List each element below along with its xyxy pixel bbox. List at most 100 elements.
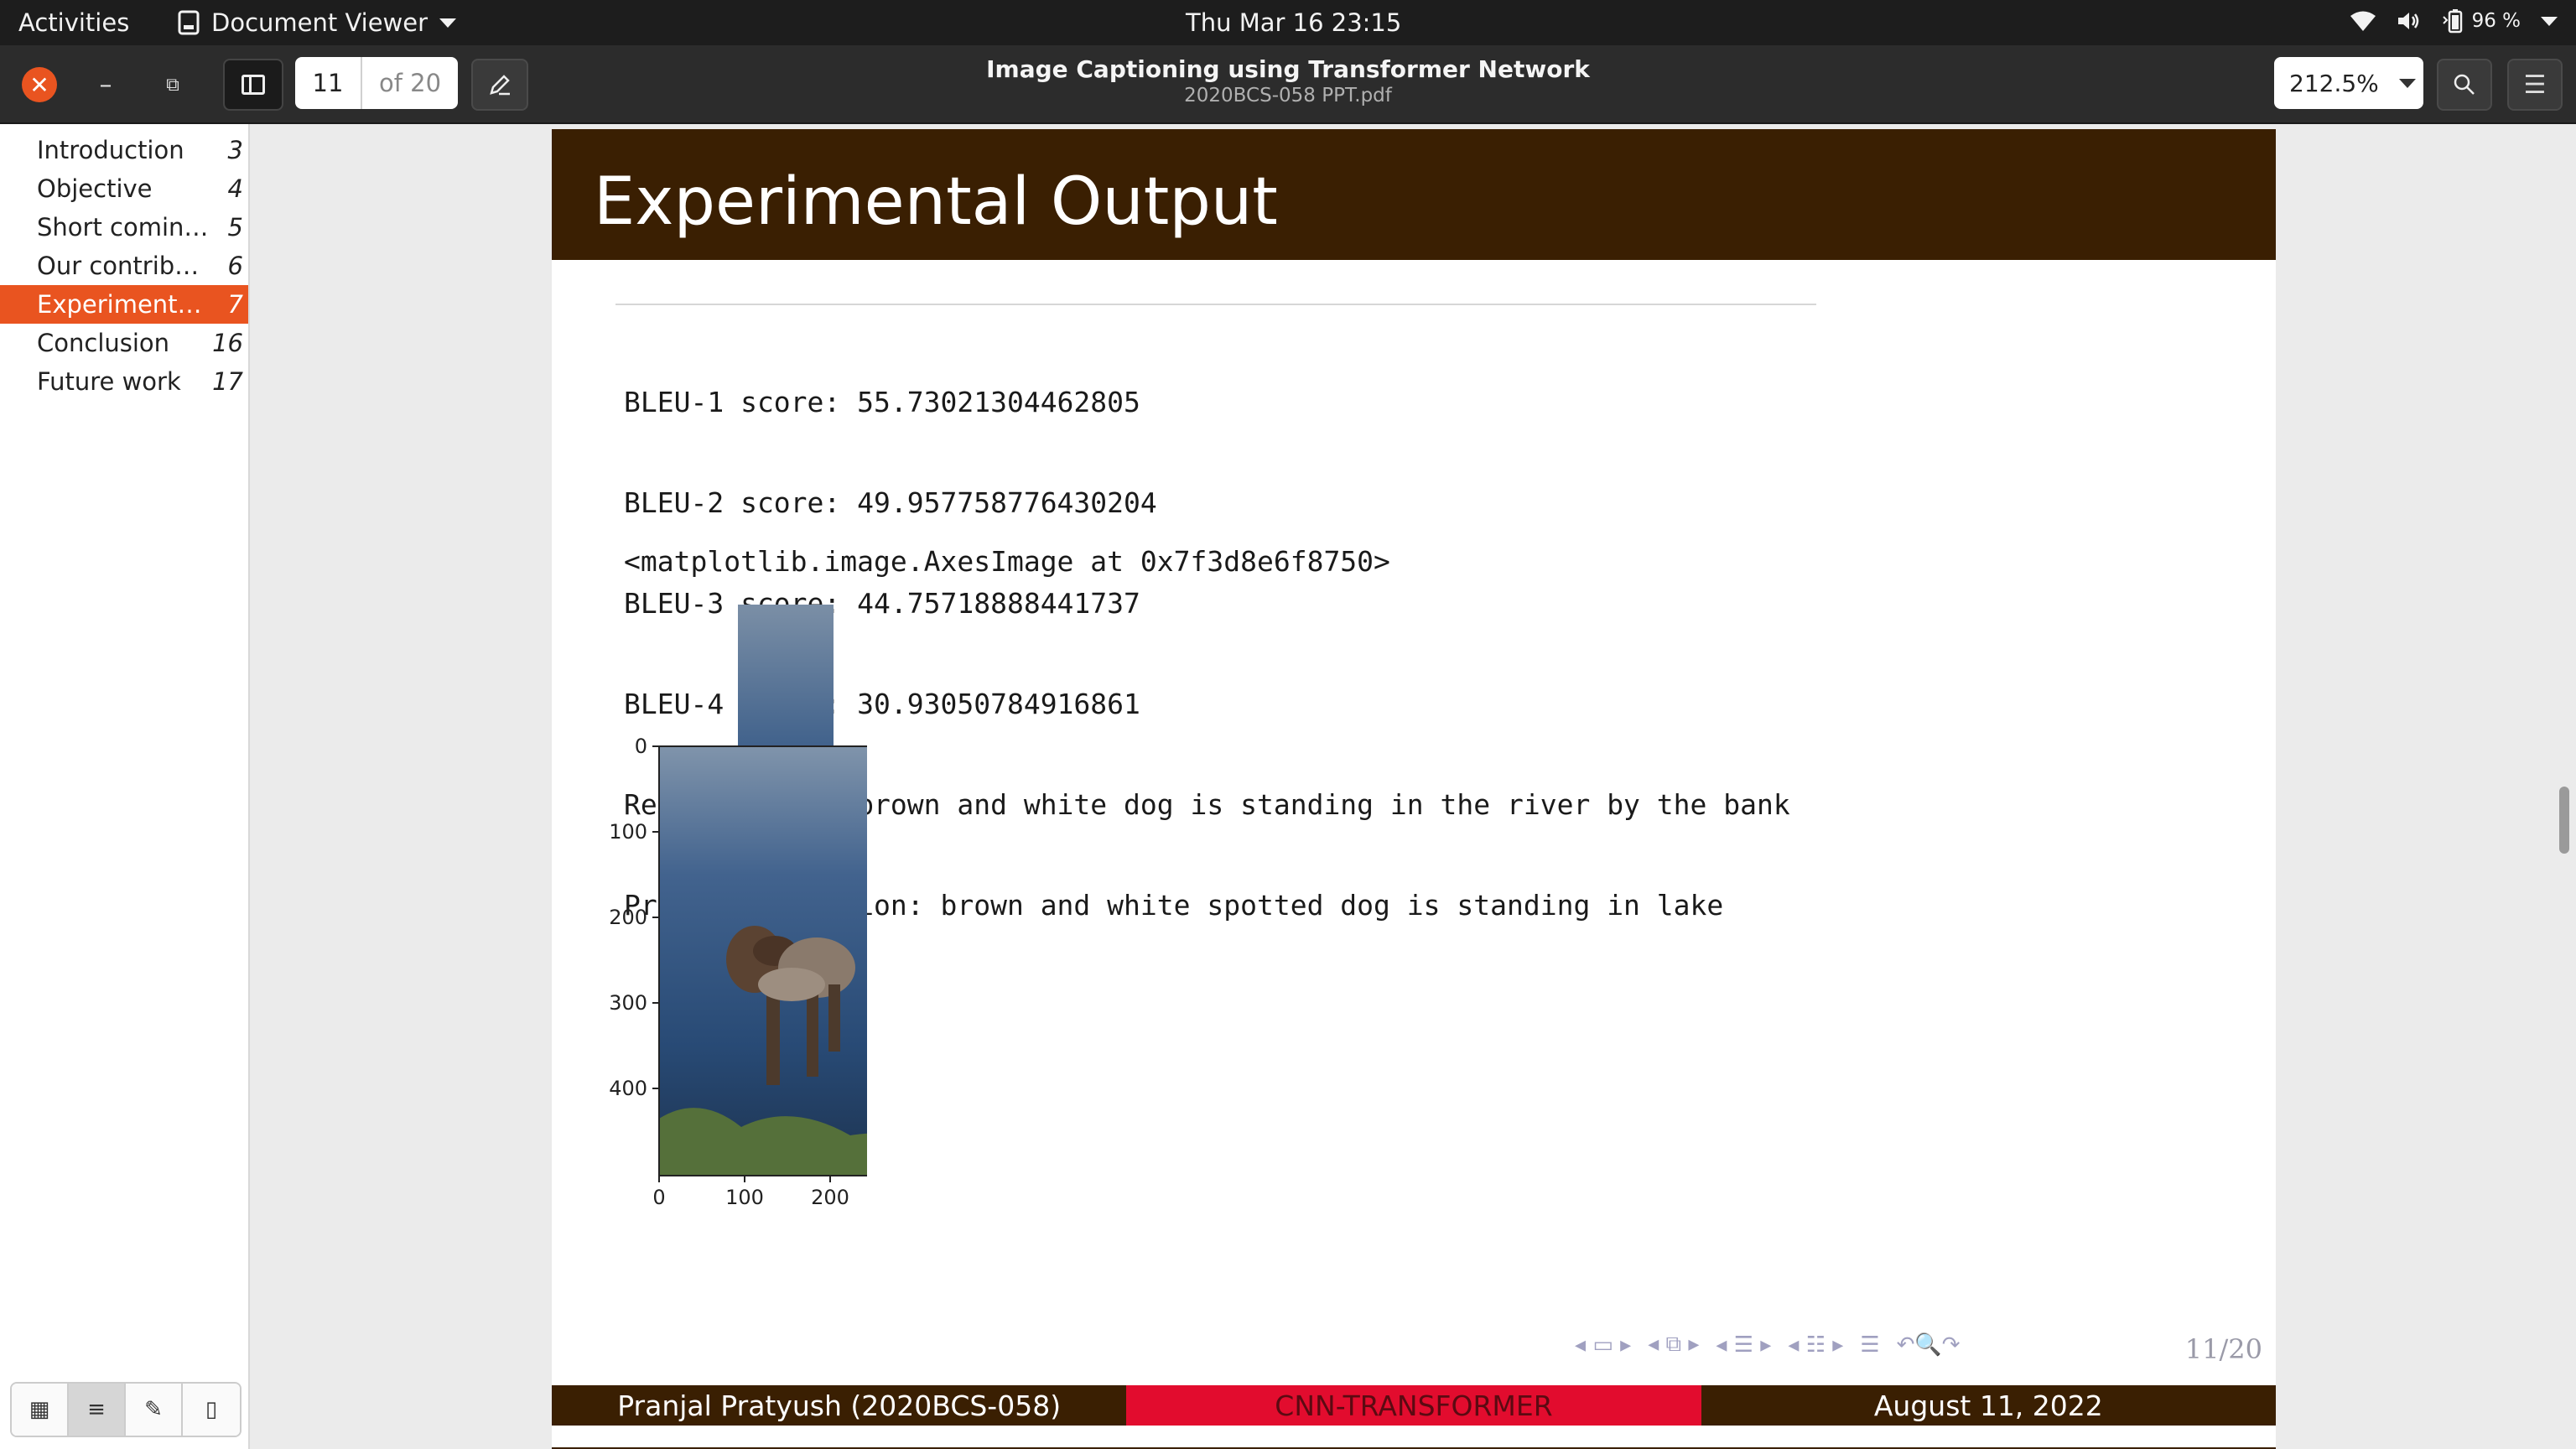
document-title-area: Image Captioning using Transformer Netwo…: [839, 55, 1737, 106]
matplotlib-repr: <matplotlib.image.AxesImage at 0x7f3d8e6…: [624, 545, 1390, 578]
slide-footer: Pranjal Pratyush (2020BCS-058) CNN-TRANS…: [552, 1385, 2276, 1426]
grid-icon: ▦: [29, 1397, 50, 1422]
wifi-icon: [2350, 11, 2376, 31]
outline-item-page: 5: [227, 213, 243, 242]
nav-toc-icon[interactable]: ☰: [1860, 1332, 1879, 1358]
outline-item-page: 7: [227, 290, 243, 319]
y-tick-label: 100: [609, 820, 647, 844]
outline-item-label: Introduction: [37, 136, 184, 164]
annotate-button[interactable]: [471, 59, 528, 111]
chevron-down-icon: [2541, 16, 2558, 26]
clock[interactable]: Thu Mar 16 23:15: [1186, 8, 1401, 37]
console-line: BLEU-2 score: 49.957758776430204: [624, 486, 1157, 519]
y-axis: 0 100 200 300 400: [609, 735, 659, 1100]
chevron-down-icon: [2398, 78, 2416, 88]
x-axis: 0 100 200 300: [652, 1176, 849, 1209]
bookmarks-tab[interactable]: ▯: [183, 1384, 240, 1436]
sidebar-view-switcher: ▦ ≡ ✎ ▯: [10, 1382, 242, 1437]
minimize-button[interactable]: –: [89, 59, 122, 111]
close-icon: ✕: [29, 70, 49, 99]
beamer-navigation: ◂ ▭ ▸ ◂ ⧉ ▸ ◂ ☰ ▸ ◂ ☷ ▸ ☰ ↶🔍↷: [1575, 1332, 1961, 1358]
battery-icon: [2442, 9, 2462, 34]
thumbnails-tab[interactable]: ▦: [12, 1384, 69, 1436]
outline-item-label: Objective: [37, 174, 153, 203]
outline-item-page: 3: [227, 136, 243, 164]
document-view[interactable]: Experimental Output BLEU-1 score: 55.730…: [252, 124, 2576, 1449]
outline-sidebar: Introduction 3 Objective 4 Short comin… …: [0, 124, 250, 1449]
app-menu[interactable]: Document Viewer: [178, 8, 457, 37]
slide-page-indicator: 11/20: [2184, 1333, 2262, 1365]
zoom-level: 212.5%: [2289, 69, 2379, 97]
outline-item-short-comings[interactable]: Short comin… 5: [0, 208, 248, 247]
console-line: BLEU-1 score: 55.73021304462805: [624, 386, 1140, 418]
nav-document-icon[interactable]: ◂ ☷ ▸: [1788, 1332, 1843, 1358]
footer-date: August 11, 2022: [1701, 1385, 2276, 1426]
activities-button[interactable]: Activities: [18, 8, 129, 37]
x-tick-label: 0: [652, 1186, 665, 1209]
y-tick-label: 300: [609, 991, 647, 1015]
outline-item-experiment[interactable]: Experiment… 7: [0, 285, 248, 324]
annotations-tab[interactable]: ✎: [126, 1384, 183, 1436]
y-tick-label: 200: [609, 906, 647, 929]
slide-title-bar: Experimental Output: [552, 129, 2276, 260]
pencil-icon: [490, 75, 510, 96]
document-title: Image Captioning using Transformer Netwo…: [986, 55, 1590, 83]
volume-icon: [2397, 13, 2418, 29]
app-name: Document Viewer: [211, 8, 428, 37]
minimize-icon: –: [99, 70, 112, 100]
outline-item-page: 4: [227, 174, 243, 203]
chevron-down-icon: [439, 18, 457, 28]
outline-item-conclusion[interactable]: Conclusion 16: [0, 324, 248, 362]
slide-page: Experimental Output BLEU-1 score: 55.730…: [552, 129, 2276, 1449]
image-axes: 0 100 200 300 400 0 100 200 300: [609, 735, 867, 1209]
page-selector: of 20: [295, 57, 458, 109]
output-divider: [615, 304, 1816, 305]
y-tick-label: 400: [609, 1077, 647, 1100]
document-filename: 2020BCS-058 PPT.pdf: [1184, 85, 1392, 106]
restore-icon: ⧉: [166, 74, 179, 96]
nav-search-icon[interactable]: ↶🔍↷: [1897, 1332, 1961, 1358]
slide-title: Experimental Output: [594, 164, 1278, 240]
outline-item-contribution[interactable]: Our contrib… 6: [0, 247, 248, 285]
close-window-button[interactable]: ✕: [22, 67, 57, 102]
outline-item-introduction[interactable]: Introduction 3: [0, 131, 248, 169]
battery-percent: 96 %: [2471, 10, 2521, 32]
y-tick-label: 0: [635, 735, 647, 758]
outline-item-label: Experiment…: [37, 290, 202, 319]
sidebar-toggle-button[interactable]: [223, 59, 283, 111]
search-icon: [2454, 74, 2475, 95]
search-button[interactable]: [2437, 59, 2492, 111]
battery-indicator: 96 %: [2442, 8, 2521, 34]
annotation-icon: ✎: [144, 1397, 163, 1422]
hamburger-icon: ☰: [2523, 70, 2547, 100]
outline-item-label: Future work: [37, 367, 181, 396]
outline-item-label: Conclusion: [37, 329, 170, 357]
footer-author: Pranjal Pratyush (2020BCS-058): [552, 1385, 1127, 1426]
main-menu-button[interactable]: ☰: [2507, 59, 2563, 111]
outline-item-page: 17: [212, 367, 243, 396]
page-number-input[interactable]: [295, 57, 362, 109]
nav-frame-icon[interactable]: ◂ ▭ ▸: [1575, 1332, 1631, 1358]
outline-item-page: 16: [212, 329, 243, 357]
document-viewer-icon: [178, 10, 200, 35]
x-tick-label: 100: [725, 1186, 764, 1209]
nav-subsection-icon[interactable]: ◂ ⧉ ▸: [1648, 1332, 1699, 1358]
bookmark-icon: ▯: [205, 1397, 218, 1422]
zoom-selector[interactable]: 212.5%: [2274, 57, 2423, 109]
page-count: of 20: [378, 69, 442, 97]
outline-item-future-work[interactable]: Future work 17: [0, 362, 248, 401]
outline-item-label: Our contrib…: [37, 252, 200, 280]
system-tray[interactable]: 96 %: [2350, 8, 2558, 34]
outline-item-objective[interactable]: Objective 4: [0, 169, 248, 208]
footer-short-title: CNN-TRANSFORMER: [1126, 1385, 1701, 1426]
outline-tab[interactable]: ≡: [69, 1384, 126, 1436]
outline-icon: ≡: [87, 1397, 106, 1422]
vertical-scrollbar[interactable]: [2559, 787, 2569, 854]
system-top-bar: Activities Document Viewer Thu Mar 16 23…: [0, 0, 2576, 45]
outline-item-page: 6: [227, 252, 243, 280]
nav-section-icon[interactable]: ◂ ☰ ▸: [1716, 1332, 1771, 1358]
restore-button[interactable]: ⧉: [156, 59, 190, 111]
outline-item-label: Short comin…: [37, 213, 209, 242]
sidebar-icon: [242, 75, 265, 95]
x-tick-label: 200: [811, 1186, 849, 1209]
